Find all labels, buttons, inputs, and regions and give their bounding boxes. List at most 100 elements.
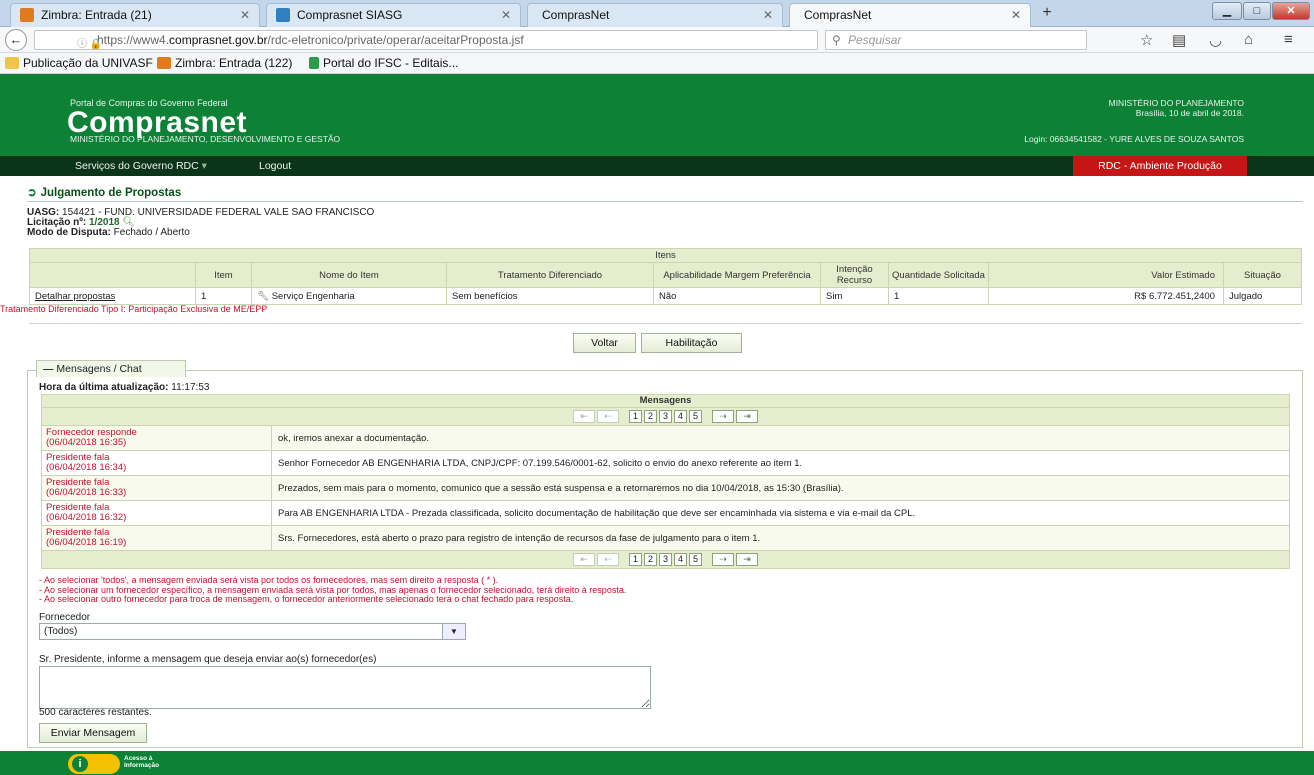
site-info-icon[interactable]: ⓘ 🔒 (77, 36, 102, 54)
minimize-button[interactable]: ▁ (1212, 2, 1242, 20)
folder-icon (5, 57, 19, 69)
col-header: Nome do Item (251, 262, 447, 288)
message-sender: Presidente fala (06/04/2018 16:32) (41, 500, 272, 526)
col-header: Aplicabilidade Margem Preferência (653, 262, 821, 288)
last-page-button[interactable]: ⇥ (736, 410, 758, 423)
messages-table: Mensagens ⇤ ⇠ 1 2 3 4 5 ⇢ ⇥ Fornecedor responde(… (41, 394, 1290, 569)
close-icon[interactable]: ✕ (240, 4, 250, 26)
next-page-button[interactable]: ⇢ (712, 410, 734, 423)
close-icon[interactable]: ✕ (501, 4, 511, 26)
sender-date: (06/04/2018 16:32) (46, 512, 127, 523)
table-row: Detalhar propostas 1 🔧︎ Serviço Engenhar… (29, 287, 1302, 305)
page-button[interactable]: 2 (644, 553, 657, 566)
messages-caption: Mensagens (41, 394, 1290, 408)
message-sender: Fornecedor responde (06/04/2018 16:35) (41, 425, 272, 451)
message-text: Prezados, sem mais para o momento, comun… (271, 475, 1290, 501)
new-tab-button[interactable]: + (1032, 3, 1062, 25)
ifsc-icon (309, 57, 319, 69)
menu-logout[interactable]: Logout (259, 156, 291, 176)
modo-row: Modo de Disputa: Fechado / Aberto (27, 228, 374, 238)
collapse-icon: — (43, 363, 54, 375)
pocket-icon[interactable]: ◡ (1209, 31, 1222, 49)
sender-date: (06/04/2018 16:34) (46, 462, 127, 473)
prev-page-button[interactable]: ⇠ (597, 553, 619, 566)
page-button[interactable]: 2 (644, 410, 657, 423)
browser-tab-comprasnet[interactable]: ComprasNet ✕ (527, 3, 783, 27)
browser-nav-bar: ← ⓘ 🔒 https://www4.comprasnet.gov.br/rdc… (0, 27, 1314, 53)
tab-label: ComprasNet (542, 8, 610, 22)
chat-tab[interactable]: — Mensagens / Chat (36, 360, 186, 377)
bookmark-zimbra[interactable]: Zimbra: Entrada (122) (157, 53, 292, 73)
page-button[interactable]: 5 (689, 410, 702, 423)
page-button[interactable]: 3 (659, 553, 672, 566)
last-update-label: Hora da última atualização: (39, 382, 169, 393)
voltar-button[interactable]: Voltar (573, 333, 636, 353)
col-header: Situação (1223, 262, 1302, 288)
col-header: Intenção Recurso (820, 262, 889, 288)
sender-date: (06/04/2018 16:35) (46, 437, 127, 448)
message-row: Presidente fala (06/04/2018 16:34) Senhor … (41, 450, 1290, 476)
acesso-informacao-logo[interactable]: i (68, 754, 120, 774)
maximize-button[interactable]: □ (1243, 2, 1271, 20)
acesso-informacao-text[interactable]: Acesso à Informação (124, 755, 159, 769)
message-text: Para AB ENGENHARIA LTDA - Prezada classi… (271, 500, 1290, 526)
page-button[interactable]: 1 (629, 553, 642, 566)
col-header: Item (195, 262, 252, 288)
bookmark-label: Zimbra: Entrada (122) (175, 56, 293, 70)
habilitacao-button[interactable]: Habilitação (641, 333, 742, 353)
siasg-icon (276, 8, 290, 22)
search-icon: ⚲ (832, 33, 841, 47)
next-page-button[interactable]: ⇢ (712, 553, 734, 566)
modo-value: Fechado / Aberto (113, 227, 190, 238)
ministry-date-block: MINISTÉRIO DO PLANEJAMENTO Brasília, 10 … (1109, 98, 1244, 118)
message-text: ok, iremos anexar a documentação. (271, 425, 1290, 451)
search-input[interactable]: ⚲ Pesquisar (825, 30, 1087, 50)
site-footer: i Acesso à Informação (0, 751, 1314, 775)
browser-tab-zimbra[interactable]: Zimbra: Entrada (21) ✕ (10, 3, 260, 27)
url-bar[interactable]: ⓘ 🔒 https://www4.comprasnet.gov.br/rdc-e… (34, 30, 841, 50)
page-button[interactable]: 3 (659, 410, 672, 423)
browser-tab-comprasnet-active[interactable]: ComprasNet ✕ (789, 3, 1031, 27)
window-close-button[interactable]: ✕ (1272, 2, 1310, 20)
info-icon: i (72, 756, 88, 772)
zimbra-icon (20, 8, 34, 22)
home-icon[interactable]: ⌂ (1244, 31, 1253, 48)
chevron-down-icon[interactable]: ▼ (442, 624, 465, 639)
chars-remaining: 500 caracteres restantes. (39, 707, 152, 718)
bookmark-label: Publicação da UNIVASF (23, 56, 153, 70)
bookmark-ifsc[interactable]: Portal do IFSC - Editais... (309, 53, 458, 73)
fornecedor-selected-value: (Todos) (44, 626, 78, 637)
first-page-button[interactable]: ⇤ (573, 410, 595, 423)
reading-list-icon[interactable]: ▤ (1172, 31, 1186, 49)
first-page-button[interactable]: ⇤ (573, 553, 595, 566)
menu-services[interactable]: Serviços do Governo RDC ▾ (75, 156, 207, 176)
bookmark-star-icon[interactable]: ☆ (1140, 31, 1153, 49)
menu-icon[interactable]: ≡ (1284, 31, 1293, 48)
browser-tab-siasg[interactable]: Comprasnet SIASG ✕ (266, 3, 521, 27)
page-button[interactable]: 5 (689, 553, 702, 566)
page-button[interactable]: 1 (629, 410, 642, 423)
bookmark-univasf[interactable]: Publicação da UNIVASF (5, 53, 153, 73)
last-page-button[interactable]: ⇥ (736, 553, 758, 566)
fornecedor-select[interactable]: (Todos) ▼ (39, 623, 466, 640)
back-button[interactable]: ← (5, 29, 27, 51)
close-icon[interactable]: ✕ (763, 4, 773, 26)
page-button[interactable]: 4 (674, 553, 687, 566)
situacao: Julgado (1223, 287, 1302, 305)
detalhar-propostas-link[interactable]: Detalhar propostas (35, 291, 115, 302)
chat-warnings: - Ao selecionar 'todos', a mensagem envi… (39, 575, 626, 605)
browser-tab-bar: Zimbra: Entrada (21) ✕ Comprasnet SIASG … (0, 0, 1314, 27)
col-header (29, 262, 196, 288)
sender-date: (06/04/2018 16:19) (46, 537, 127, 548)
menu-bar: Serviços do Governo RDC ▾ Logout RDC - A… (0, 156, 1314, 176)
message-row: Presidente fala (06/04/2018 16:33) Prezado… (41, 475, 1290, 501)
url-domain: comprasnet.gov.br (169, 33, 268, 47)
message-sender: Presidente fala (06/04/2018 16:34) (41, 450, 272, 476)
enviar-mensagem-button[interactable]: Enviar Mensagem (39, 723, 147, 743)
licitacao-info: UASG: 154421 - FUND. UNIVERSIDADE FEDERA… (27, 208, 374, 238)
close-icon[interactable]: ✕ (1011, 4, 1021, 26)
last-update: Hora da última atualização: 11:17:53 (39, 382, 209, 393)
message-input[interactable] (39, 666, 651, 709)
page-button[interactable]: 4 (674, 410, 687, 423)
prev-page-button[interactable]: ⇠ (597, 410, 619, 423)
